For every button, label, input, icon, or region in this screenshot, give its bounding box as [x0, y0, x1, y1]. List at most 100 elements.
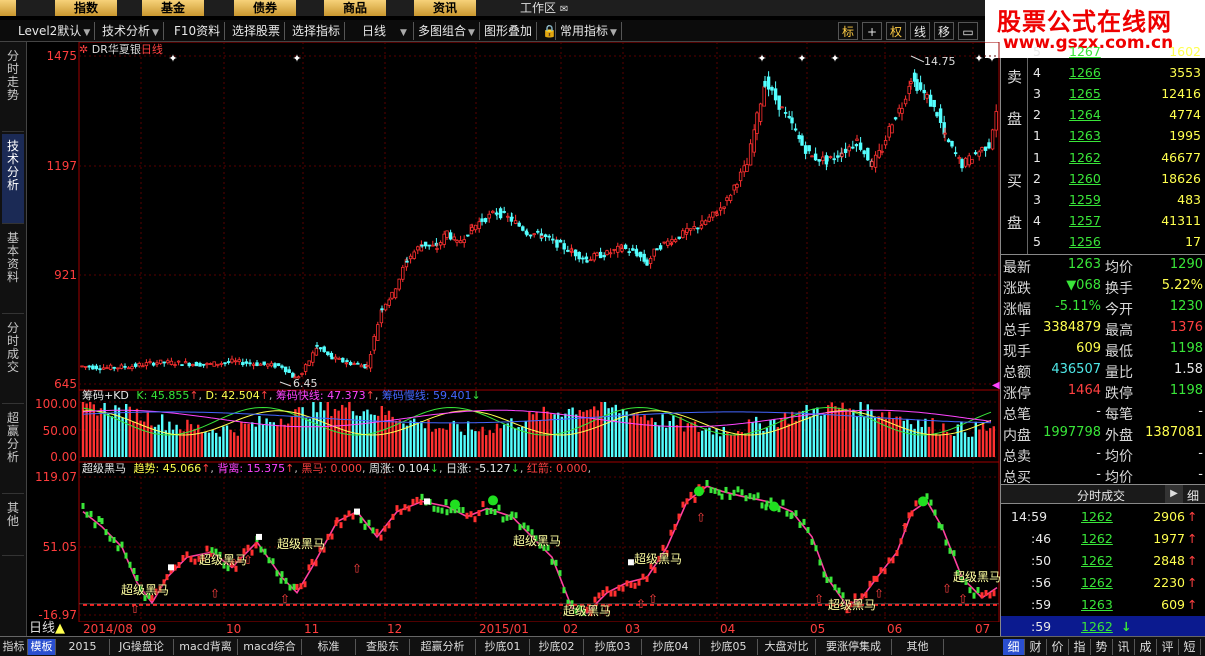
horse-signal-mark	[391, 513, 395, 520]
right-bottom-tab[interactable]: 细	[1003, 639, 1025, 655]
stat-label: 最新	[1003, 260, 1031, 276]
top-menu-item-settings[interactable]: 设	[0, 0, 16, 16]
top-menu-item-news[interactable]: 资讯	[414, 0, 476, 16]
chip-bar	[143, 421, 146, 457]
bottom-tab[interactable]: 抄底05	[700, 639, 758, 655]
candle-down	[918, 82, 923, 90]
bottom-tab[interactable]: 其他	[892, 639, 944, 655]
sell-level-2[interactable]: 2 1264 4774	[1001, 105, 1205, 126]
tab-other[interactable]: 其他	[2, 496, 24, 556]
tick-row[interactable]: :46 1262 1977 ↑	[1001, 528, 1205, 549]
buy-level-1[interactable]: 1 1262 46677	[1001, 148, 1205, 169]
horse-signal-mark	[444, 499, 448, 506]
right-bottom-tab[interactable]: 势	[1091, 639, 1113, 655]
stat-value: ▼068	[1066, 278, 1101, 293]
tick-row[interactable]: :50 1262 2848 ↑	[1001, 550, 1205, 571]
tab-technical[interactable]: 技术分析	[2, 134, 24, 224]
play-icon[interactable]: ▶	[1165, 485, 1183, 503]
move-button[interactable]: 移	[934, 22, 954, 40]
chip-bar	[215, 432, 218, 457]
crosshair-button[interactable]: +	[862, 22, 882, 40]
top-menu-item-index[interactable]: 指数	[55, 0, 117, 16]
right-bottom-tab[interactable]: 短	[1179, 639, 1201, 655]
right-bottom-tab[interactable]: 财	[1025, 639, 1047, 655]
chip-bar	[283, 424, 286, 457]
tab-intraday[interactable]: 分时走势	[2, 44, 24, 132]
bottom-tab[interactable]: 抄底02	[530, 639, 584, 655]
right-bottom-tab[interactable]: 指	[1069, 639, 1091, 655]
candle-up	[840, 153, 844, 157]
sell-level-3[interactable]: 3 1265 12416	[1001, 84, 1205, 105]
chip-bar	[366, 409, 369, 457]
rights-button[interactable]: 权	[886, 22, 906, 40]
top-menu-item-bond[interactable]: 债券	[234, 0, 296, 16]
bottom-tab[interactable]: 2015	[56, 639, 110, 655]
select-indicator-button[interactable]: 选择指标	[288, 22, 346, 40]
candle-up	[435, 248, 439, 250]
chip-bar	[395, 420, 398, 457]
chip-bar	[481, 426, 484, 457]
period-tab[interactable]: 日线▲	[29, 622, 66, 636]
horse-signal-mark	[937, 522, 941, 529]
bottom-tab[interactable]: 抄底03	[584, 639, 642, 655]
tick-row[interactable]: :59 1262 ↓	[1001, 616, 1205, 637]
horse-signal-mark	[343, 514, 347, 521]
level2-dropdown[interactable]: Level2默认 ▼	[14, 22, 96, 40]
buy-level-3[interactable]: 3 1259 483	[1001, 190, 1205, 211]
bottom-tab[interactable]: 大盘对比	[758, 639, 816, 655]
buy-level-2[interactable]: 2 1260 18626	[1001, 169, 1205, 190]
candle-down	[773, 88, 778, 101]
chip-bar	[643, 415, 646, 457]
bottom-tab[interactable]: 抄底04	[642, 639, 700, 655]
right-bottom-tab[interactable]: 讯	[1113, 639, 1135, 655]
bottom-tab[interactable]: 模板	[28, 639, 56, 655]
tick-time: :59	[1031, 597, 1052, 612]
bottom-tab[interactable]: 抄底01	[476, 639, 530, 655]
window-button[interactable]: ▭	[958, 22, 978, 40]
bottom-tab[interactable]: 超赢分析	[410, 639, 476, 655]
sell-level-5[interactable]: 5 1267 1602	[1001, 42, 1205, 63]
right-bottom-tab[interactable]: 评	[1157, 639, 1179, 655]
candle-up	[205, 363, 209, 366]
horse-signal-mark	[93, 522, 97, 529]
sell-level-4[interactable]: 4 1266 3553	[1001, 63, 1205, 84]
buy-level-5[interactable]: 5 1256 17	[1001, 232, 1205, 253]
chip-bar	[499, 428, 502, 457]
buy-level-4[interactable]: 4 1257 41311	[1001, 211, 1205, 232]
tab-trades[interactable]: 分时成交	[2, 316, 24, 404]
workspace-menu[interactable]: 工作区 ✉	[520, 0, 568, 18]
bottom-tab[interactable]: macd综合	[238, 639, 302, 655]
right-bottom-tab[interactable]: 成	[1135, 639, 1157, 655]
bottom-tab[interactable]: 要涨停集成	[816, 639, 892, 655]
tech-analysis-dropdown[interactable]: 技术分析 ▼	[98, 22, 164, 40]
top-menu-item-fund[interactable]: 基金	[142, 0, 204, 16]
chip-bar	[269, 421, 272, 457]
ticks-detail[interactable]: 细	[1187, 487, 1199, 504]
bottom-tab[interactable]: 查股东	[356, 639, 410, 655]
period-dropdown[interactable]: 日线 ▼	[358, 22, 414, 40]
tick-row[interactable]: 14:59 1262 2906 ↑	[1001, 506, 1205, 527]
f10-button[interactable]: F10资料	[170, 22, 226, 40]
overlay-button[interactable]: 图形叠加	[480, 22, 538, 40]
settings-gear-icon[interactable]: ✲	[79, 43, 88, 56]
sell-level-1[interactable]: 1 1263 1995	[1001, 126, 1205, 147]
top-menu-item-commodity[interactable]: 商品	[324, 0, 386, 16]
candle-up	[130, 366, 134, 370]
common-indicator-dropdown[interactable]: 常用指标 ▼	[556, 22, 622, 40]
tab-fundamentals[interactable]: 基本资料	[2, 226, 24, 314]
right-bottom-tab[interactable]: 价	[1047, 639, 1069, 655]
mark-button[interactable]: 标	[838, 22, 858, 40]
star-marker: ✦	[987, 52, 996, 65]
tick-row[interactable]: :59 1263 609 ↑	[1001, 594, 1205, 615]
tab-super-analysis[interactable]: 超赢分析	[2, 406, 24, 494]
bottom-tab[interactable]: macd背离	[174, 639, 238, 655]
bottom-tab[interactable]: JG操盘论	[110, 639, 174, 655]
bottom-tab[interactable]: 指标	[0, 639, 28, 655]
tick-row[interactable]: :56 1262 2230 ↑	[1001, 572, 1205, 593]
multi-chart-dropdown[interactable]: 多图组合 ▼	[414, 22, 480, 40]
lock-icon[interactable]: 🔒	[538, 22, 557, 40]
bottom-tab[interactable]: 标准	[302, 639, 356, 655]
candle-down	[448, 232, 453, 240]
select-stock-button[interactable]: 选择股票	[228, 22, 286, 40]
line-button[interactable]: 线	[910, 22, 930, 40]
